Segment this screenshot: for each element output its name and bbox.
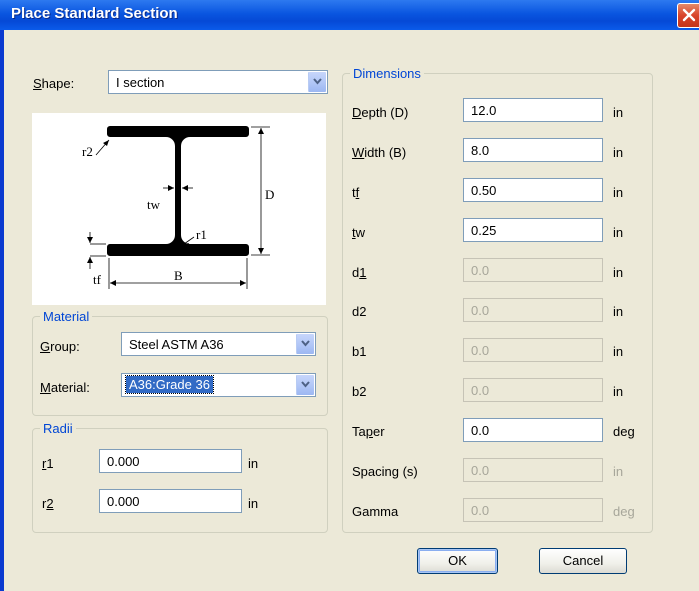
dialog-window: Place Standard Section Shape: I section [0,0,699,591]
i-section-drawing: r2 tw r1 D B tf [82,126,274,289]
chevron-down-icon [301,381,310,388]
radii-group-title: Radii [40,421,76,436]
gamma-input: 0.0 [463,498,603,522]
r2-unit: in [248,496,259,511]
d1-label: d1 [352,265,367,280]
dropdown-arrow-button[interactable] [308,72,326,92]
material-label: Material: [40,380,90,395]
width-unit: in [613,145,624,160]
material-value: A36:Grade 36 [125,375,214,394]
dropdown-arrow-button[interactable] [296,334,314,354]
spacing-unit: in [613,464,624,479]
taper-unit: deg [613,424,635,439]
tf-unit: in [613,185,624,200]
window-title: Place Standard Section [11,5,178,22]
spacing-label: Spacing (s) [352,464,418,479]
tf-input[interactable]: 0.50 [463,178,603,202]
material-group-value: Steel ASTM A36 [129,337,224,352]
dropdown-arrow-button[interactable] [296,375,314,395]
material-group [32,316,328,416]
gamma-unit: deg [613,504,635,519]
cancel-button[interactable]: Cancel [539,548,627,574]
ok-button[interactable]: OK [417,548,498,574]
close-button[interactable] [677,3,699,28]
material-group-dropdown[interactable]: Steel ASTM A36 [121,332,316,356]
close-icon [682,8,696,22]
material-group-title: Material [40,309,93,324]
d2-input: 0.0 [463,298,603,322]
section-diagram: r2 tw r1 D B tf [32,113,326,305]
r1-label: r1 [42,456,54,471]
b-label: B [174,268,183,283]
title-bar[interactable]: Place Standard Section [0,0,699,30]
shape-value: I section [116,75,165,90]
d2-label: d2 [352,304,367,319]
tw-label: tw [352,225,366,240]
tw-unit: in [613,225,624,240]
shape-label: Shape: [33,76,75,91]
r2-input[interactable]: 0.000 [99,489,242,513]
b1-label: b1 [352,344,367,359]
tf-label: tf [93,272,102,287]
r2-label: r2 [82,144,93,159]
depth-unit: in [613,105,624,120]
tw-input[interactable]: 0.25 [463,218,603,242]
i-section-shape [107,126,249,256]
taper-label: Taper [352,424,385,439]
b1-input: 0.0 [463,338,603,362]
taper-input[interactable]: 0.0 [463,418,603,442]
shape-dropdown[interactable]: I section [108,70,328,94]
width-label: Width (B) [352,145,407,160]
d-label: D [265,187,274,202]
width-input[interactable]: 8.0 [463,138,603,162]
tw-label: tw [147,197,161,212]
d2-unit: in [613,304,624,319]
depth-input[interactable]: 12.0 [463,98,603,122]
gamma-label: Gamma [352,504,399,519]
b1-unit: in [613,344,624,359]
r1-input[interactable]: 0.000 [99,449,242,473]
r1-unit: in [248,456,259,471]
group-label: Group: [40,339,80,354]
d1-unit: in [613,265,624,280]
b2-unit: in [613,384,624,399]
b2-label: b2 [352,384,367,399]
dimensions-group-title: Dimensions [350,66,424,81]
b2-input: 0.0 [463,378,603,402]
radii-group [32,428,328,533]
r2-label: r2 [42,496,54,511]
d1-input: 0.0 [463,258,603,282]
depth-label: Depth (D) [352,105,409,120]
r1-label: r1 [196,227,207,242]
chevron-down-icon [313,78,322,85]
tf-label: tf [352,185,360,200]
material-dropdown[interactable]: A36:Grade 36 [121,373,316,397]
spacing-input: 0.0 [463,458,603,482]
chevron-down-icon [301,340,310,347]
